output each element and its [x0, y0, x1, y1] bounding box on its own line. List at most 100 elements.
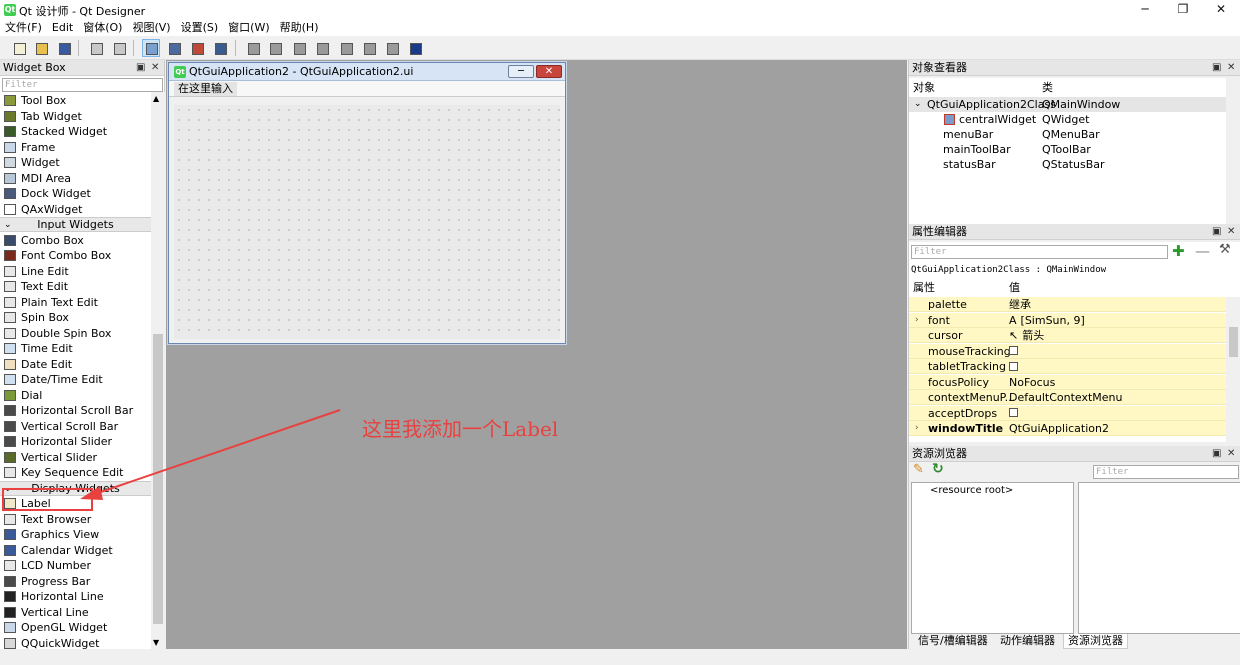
object-row[interactable]: menuBar QMenuBar [909, 127, 1226, 142]
widget-item[interactable]: LCD Number [0, 558, 151, 573]
property-row[interactable]: cursor ↖ 箭头 [909, 328, 1226, 343]
property-value[interactable] [1009, 359, 1018, 374]
property-value[interactable]: QtGuiApplication2 [1009, 421, 1109, 436]
property-value[interactable]: 继承 [1009, 297, 1031, 312]
form-window[interactable]: Qt QtGuiApplication2 - QtGuiApplication2… [168, 62, 566, 344]
edit-tab-order-icon[interactable] [211, 39, 229, 57]
type-here-menu[interactable]: 在这里输入 [174, 82, 237, 96]
widget-item[interactable]: QAxWidget [0, 202, 151, 217]
property-row[interactable]: › windowTitle QtGuiApplication2 [909, 421, 1226, 436]
widget-item[interactable]: Dial [0, 388, 151, 403]
close-button[interactable]: ✕ [1204, 0, 1238, 20]
object-row[interactable]: statusBar QStatusBar [909, 157, 1226, 172]
widget-item[interactable]: Double Spin Box [0, 326, 151, 341]
checkbox[interactable] [1009, 346, 1018, 355]
checkbox[interactable] [1009, 408, 1018, 417]
widget-item[interactable]: Date Edit [0, 357, 151, 372]
property-value[interactable] [1009, 344, 1018, 359]
widget-box-scrollbar[interactable]: ▲ ▼ [151, 92, 165, 649]
chevron-right-icon[interactable]: › [915, 421, 919, 436]
widget-item[interactable]: Calendar Widget [0, 543, 151, 558]
property-value[interactable]: A [SimSun, 9] [1009, 313, 1085, 328]
float-icon[interactable]: ▣ [136, 60, 145, 76]
widget-item[interactable]: Vertical Slider [0, 450, 151, 465]
widget-item[interactable]: Horizontal Slider [0, 434, 151, 449]
widget-item[interactable]: QQuickWidget [0, 636, 151, 649]
property-row[interactable]: palette 继承 [909, 297, 1226, 312]
configure-wrench-icon[interactable]: ⚒ [1219, 242, 1231, 257]
resource-filter[interactable]: Filter [1093, 465, 1239, 479]
layout-v-splitter-icon[interactable] [313, 39, 331, 57]
close-icon[interactable]: ✕ [151, 60, 159, 76]
maximize-button[interactable]: ❐ [1166, 0, 1200, 20]
edit-widgets-icon[interactable] [142, 39, 160, 57]
close-icon[interactable]: ✕ [1227, 60, 1235, 76]
widget-item[interactable]: Progress Bar [0, 574, 151, 589]
layout-form-icon[interactable] [360, 39, 378, 57]
form-minimize-button[interactable]: ─ [508, 65, 534, 78]
menu-item[interactable]: 帮助(H) [275, 20, 324, 36]
menu-item[interactable]: 窗口(W) [223, 20, 274, 36]
new-file-icon[interactable] [10, 39, 28, 57]
layout-h-splitter-icon[interactable] [290, 39, 308, 57]
object-row[interactable]: mainToolBar QToolBar [909, 142, 1226, 157]
property-filter[interactable]: Filter [911, 245, 1168, 259]
property-row[interactable]: › font A [SimSun, 9] [909, 312, 1226, 328]
close-icon[interactable]: ✕ [1227, 446, 1235, 462]
reload-icon[interactable]: ↻ [932, 461, 944, 477]
property-row[interactable]: contextMenuP... DefaultContextMenu [909, 390, 1226, 405]
widget-item[interactable]: Widget [0, 155, 151, 170]
menu-item[interactable]: Edit [47, 20, 78, 36]
resource-file-list[interactable] [1078, 482, 1240, 634]
widget-item[interactable]: Time Edit [0, 341, 151, 356]
copy-icon[interactable] [87, 39, 105, 57]
widget-item[interactable]: Vertical Line [0, 605, 151, 620]
menu-item[interactable]: 视图(V) [127, 20, 175, 36]
widget-item[interactable]: Key Sequence Edit [0, 465, 151, 480]
scroll-thumb[interactable] [1229, 327, 1238, 357]
widget-item[interactable]: Date/Time Edit [0, 372, 151, 387]
property-editor-scrollbar[interactable] [1226, 297, 1240, 442]
menu-item[interactable]: 设置(S) [176, 20, 224, 36]
property-row[interactable]: focusPolicy NoFocus [909, 374, 1226, 390]
widget-item[interactable]: Spin Box [0, 310, 151, 325]
checkbox[interactable] [1009, 361, 1018, 371]
widget-item[interactable]: Dock Widget [0, 186, 151, 201]
close-icon[interactable]: ✕ [1227, 224, 1235, 240]
dock-tab[interactable]: 动作编辑器 [996, 634, 1059, 649]
resource-root[interactable]: <resource root> [930, 485, 1013, 496]
widget-box-filter[interactable]: Filter [2, 78, 163, 92]
property-value[interactable]: NoFocus [1009, 375, 1055, 390]
widget-item[interactable]: Tab Widget [0, 109, 151, 124]
edit-signals-slots-icon[interactable] [165, 39, 183, 57]
add-property-icon[interactable]: ✚ [1172, 242, 1185, 260]
widget-item[interactable]: Text Browser [0, 512, 151, 527]
property-row[interactable]: tabletTracking [909, 359, 1226, 374]
property-value[interactable]: DefaultContextMenu [1009, 390, 1123, 405]
form-canvas[interactable] [174, 105, 560, 339]
property-row[interactable]: mouseTracking [909, 343, 1226, 359]
float-icon[interactable]: ▣ [1212, 224, 1221, 240]
widget-item[interactable]: OpenGL Widget [0, 620, 151, 635]
property-value[interactable]: ↖ 箭头 [1009, 328, 1044, 343]
chevron-down-icon[interactable]: ⌄ [4, 218, 12, 232]
property-row[interactable]: acceptDrops [909, 405, 1226, 421]
layout-grid-icon[interactable] [337, 39, 355, 57]
widget-item[interactable]: Font Combo Box [0, 248, 151, 263]
save-icon[interactable] [55, 39, 73, 57]
remove-property-icon[interactable]: — [1195, 242, 1210, 260]
paste-icon[interactable] [110, 39, 128, 57]
widget-category-header[interactable]: ⌄ Input Widgets [0, 217, 151, 232]
widget-item[interactable]: Horizontal Line [0, 589, 151, 604]
widget-item[interactable]: Tool Box [0, 93, 151, 108]
widget-item[interactable]: Line Edit [0, 264, 151, 279]
menu-item[interactable]: 文件(F) [0, 20, 47, 36]
break-layout-icon[interactable] [383, 39, 401, 57]
property-value[interactable] [1009, 406, 1018, 421]
resource-tree[interactable]: <resource root> [911, 482, 1074, 634]
object-row[interactable]: ⌄ QtGuiApplication2Class QMainWindow [909, 97, 1226, 112]
scroll-up-icon[interactable]: ▲ [153, 94, 159, 103]
widget-item[interactable]: Vertical Scroll Bar [0, 419, 151, 434]
layout-vertical-icon[interactable] [266, 39, 284, 57]
object-inspector-scrollbar[interactable] [1226, 78, 1240, 224]
